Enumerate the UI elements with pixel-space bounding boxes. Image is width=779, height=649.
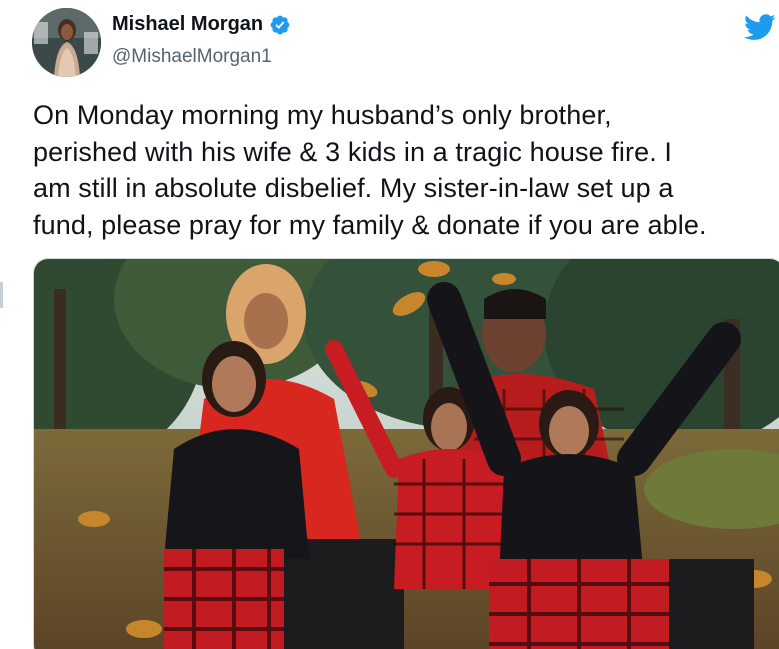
tweet-card: Mishael Morgan @MishaelMorgan1 On Monday…: [0, 0, 779, 649]
avatar-image: [32, 8, 101, 77]
author-handle[interactable]: @MishaelMorgan1: [112, 46, 272, 68]
tweet-photo[interactable]: [33, 258, 779, 649]
author-name-row: Mishael Morgan: [112, 13, 291, 36]
family-photo-illustration: [34, 259, 779, 649]
twitter-bird-icon[interactable]: [744, 14, 776, 41]
avatar[interactable]: [32, 8, 101, 77]
author-display-name[interactable]: Mishael Morgan: [112, 13, 263, 36]
tweet-text: On Monday morning my husband’s only brot…: [33, 100, 707, 240]
verified-badge-icon: [269, 14, 291, 36]
scroll-edge-marker: [0, 282, 3, 308]
